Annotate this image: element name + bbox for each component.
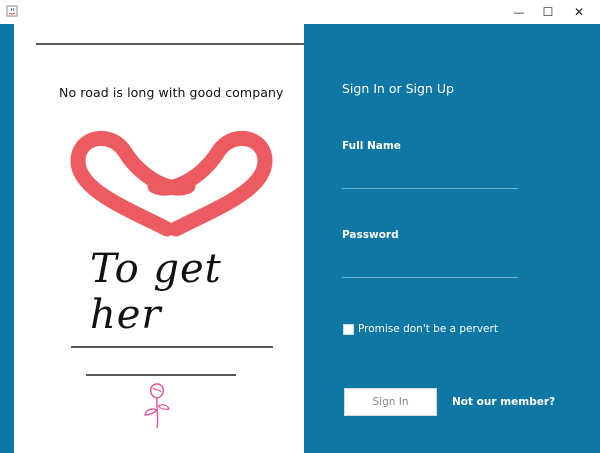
bottom-divider-2 bbox=[86, 374, 236, 376]
maximize-icon: ☐ bbox=[542, 5, 554, 19]
password-label: Password bbox=[342, 229, 399, 241]
branding-panel: No road is long with good company To get… bbox=[14, 24, 304, 453]
top-divider bbox=[36, 43, 304, 45]
brand-name: To get her bbox=[90, 246, 222, 338]
close-icon: ✕ bbox=[573, 5, 585, 19]
maximize-button[interactable]: ☐ bbox=[532, 0, 564, 24]
promise-checkbox-label[interactable]: Promise don't be a pervert bbox=[358, 323, 498, 335]
not-member-link[interactable]: Not our member? bbox=[452, 396, 555, 408]
promise-checkbox[interactable] bbox=[343, 323, 354, 335]
signin-panel: Sign In or Sign Up Full Name Password Pr… bbox=[304, 24, 600, 453]
fullname-input[interactable] bbox=[342, 166, 518, 189]
window-frame-left bbox=[0, 24, 14, 453]
java-app-icon bbox=[6, 5, 18, 17]
title-bar: — ☐ ✕ bbox=[0, 0, 600, 24]
minimize-icon: — bbox=[513, 5, 525, 19]
bottom-divider-1 bbox=[71, 346, 273, 348]
signin-button[interactable]: Sign In bbox=[344, 388, 437, 416]
password-input[interactable] bbox=[342, 255, 518, 278]
close-button[interactable]: ✕ bbox=[563, 0, 595, 24]
minimize-button[interactable]: — bbox=[503, 0, 535, 24]
fullname-label: Full Name bbox=[342, 140, 401, 152]
promise-checkbox-row[interactable]: Promise don't be a pervert bbox=[343, 323, 498, 335]
hearts-logo-icon bbox=[70, 130, 273, 237]
tagline: No road is long with good company bbox=[59, 85, 284, 100]
rose-icon bbox=[144, 383, 170, 429]
form-title: Sign In or Sign Up bbox=[342, 81, 454, 96]
